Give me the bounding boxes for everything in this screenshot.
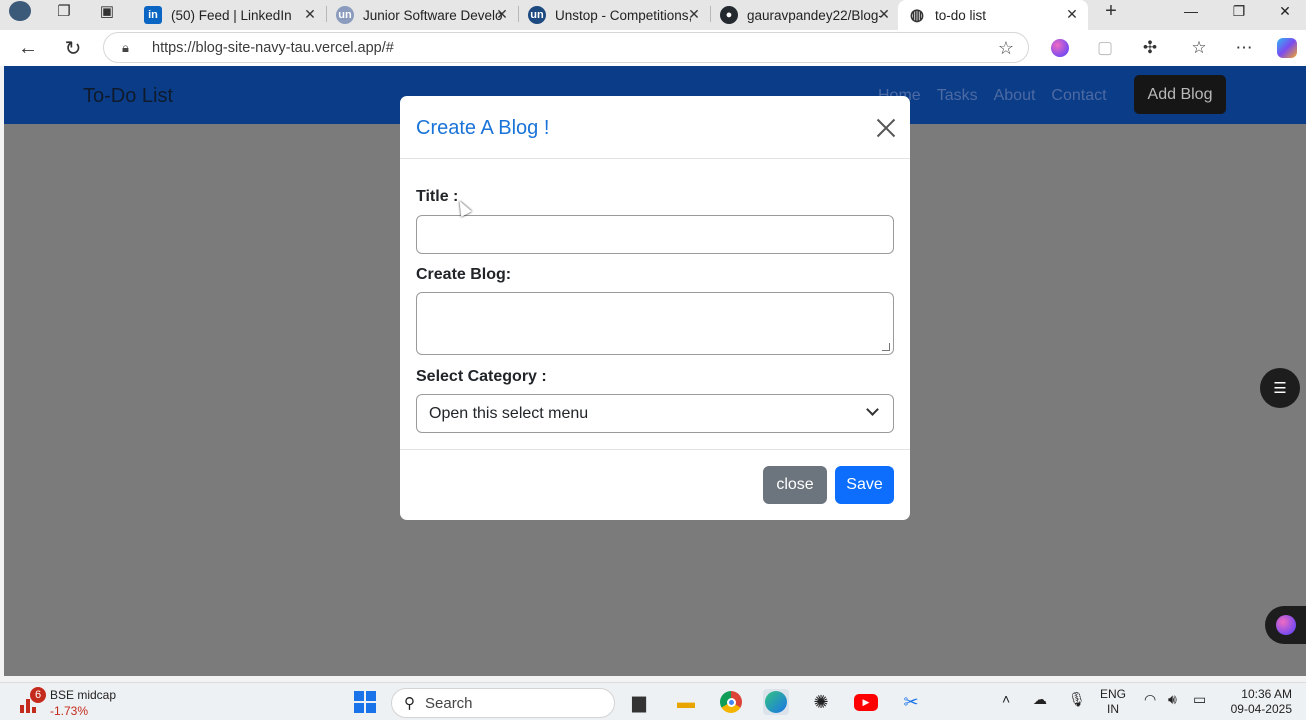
filter-lines-icon: ☰ <box>1273 380 1287 397</box>
search-placeholder: Search <box>425 694 473 712</box>
new-tab-button[interactable]: + <box>1098 0 1124 22</box>
brain-icon <box>1276 615 1296 635</box>
clock-date: 09-04-2025 <box>1230 702 1292 716</box>
title-input[interactable] <box>416 215 894 254</box>
resize-grip-icon[interactable] <box>882 343 890 351</box>
unstop-icon: un <box>528 6 546 24</box>
clock-time: 10:36 AM <box>1241 687 1292 701</box>
microphone-icon[interactable]: 🎙︎ <box>1068 691 1086 708</box>
tab-title: Unstop - Competitions, <box>555 7 693 23</box>
tab-github[interactable]: ● gauravpandey22/Blog- ✕ <box>710 0 900 30</box>
category-selected: Open this select menu <box>429 405 589 422</box>
close-icon[interactable]: ✕ <box>494 6 510 22</box>
profile-avatar-icon[interactable] <box>8 0 32 22</box>
category-select[interactable]: Open this select menu <box>416 394 894 433</box>
tab-title: (50) Feed | LinkedIn <box>171 7 292 23</box>
nav-link-about[interactable]: About <box>994 87 1036 105</box>
youtube-icon[interactable]: ▶ <box>853 689 879 715</box>
close-icon[interactable]: ✕ <box>302 6 318 22</box>
tab-linkedin[interactable]: in (50) Feed | LinkedIn ✕ <box>134 0 326 30</box>
modal-header: Create A Blog ! <box>400 96 910 159</box>
github-icon: ● <box>720 6 738 24</box>
title-label: Title : <box>416 188 459 205</box>
create-blog-label: Create Blog: <box>416 266 512 283</box>
onedrive-cloud-icon[interactable]: ☁ <box>1033 691 1047 708</box>
chatgpt-icon[interactable]: ✺ <box>808 689 834 715</box>
tab-actions-icon[interactable]: ▣ <box>95 0 119 22</box>
widget-value: -1.73% <box>50 704 89 718</box>
wifi-icon[interactable]: ◠ <box>1144 691 1156 708</box>
battery-icon[interactable]: ▭ <box>1193 691 1206 708</box>
linkedin-icon: in <box>144 6 162 24</box>
favorites-icon[interactable]: ☆ <box>1186 36 1212 60</box>
window-close-button[interactable]: ✕ <box>1262 0 1306 22</box>
blog-textarea[interactable] <box>416 292 894 355</box>
system-clock[interactable]: 10:36 AM 09-04-2025 <box>1226 687 1292 717</box>
chevron-down-icon <box>866 403 879 416</box>
unstop-icon: un <box>336 6 354 24</box>
stock-widget[interactable]: 6 BSE midcap -1.73% <box>18 687 116 719</box>
volume-icon[interactable]: 🔊︎ <box>1168 691 1177 708</box>
tab-title: Junior Software Develop <box>363 7 503 23</box>
nav-links: Home Tasks About Contact <box>878 87 1107 105</box>
windows-logo-icon <box>354 691 376 713</box>
add-blog-button[interactable]: Add Blog <box>1134 75 1226 114</box>
close-button[interactable]: close <box>763 466 827 504</box>
extensions-puzzle-icon[interactable]: ✣ <box>1137 36 1163 60</box>
address-bar[interactable]: 🔒︎ https://blog-site-navy-tau.vercel.app… <box>103 32 1029 63</box>
close-icon[interactable]: ✕ <box>686 6 702 22</box>
tab-junior-developer[interactable]: un Junior Software Develop ✕ <box>326 0 518 30</box>
floating-filter-button[interactable]: ☰ <box>1260 368 1300 408</box>
file-explorer-icon[interactable]: ▬ <box>673 689 699 715</box>
tab-todo-list[interactable]: ◍ to-do list ✕ <box>898 0 1088 30</box>
language-code: ENG <box>1100 687 1127 701</box>
task-view-icon[interactable]: ▆ <box>626 689 652 715</box>
start-button[interactable] <box>352 689 378 715</box>
globe-icon: ◍ <box>910 7 924 24</box>
modal-footer <box>400 449 910 450</box>
language-indicator[interactable]: ENG IN <box>1100 687 1126 717</box>
chrome-icon[interactable] <box>718 689 744 715</box>
modal-title: Create A Blog ! <box>416 117 550 139</box>
tab-title: to-do list <box>935 7 987 23</box>
extension-icon[interactable]: ▢ <box>1092 36 1118 60</box>
tab-title: gauravpandey22/Blog- <box>747 7 883 23</box>
stock-chart-icon: 6 <box>18 687 46 715</box>
search-icon: ⚲ <box>404 695 415 712</box>
workspaces-icon[interactable]: ❐ <box>52 0 76 22</box>
site-brand[interactable]: To-Do List <box>83 85 173 108</box>
edge-icon[interactable] <box>763 689 789 715</box>
restore-button[interactable]: ❐ <box>1216 0 1262 22</box>
notification-badge: 6 <box>30 687 46 703</box>
refresh-button[interactable]: ↻ <box>58 34 88 62</box>
region-code: IN <box>1107 702 1119 716</box>
browser-toolbar: ← ↻ 🔒︎ https://blog-site-navy-tau.vercel… <box>0 30 1306 66</box>
snipping-tool-icon[interactable]: ✂ <box>898 689 924 715</box>
browser-tabstrip: ❐ ▣ in (50) Feed | LinkedIn ✕ un Junior … <box>0 0 1306 30</box>
windows-taskbar: 6 BSE midcap -1.73% ⚲ Search ▆ ▬ ✺ ▶ ✂ ˄… <box>0 682 1306 720</box>
close-icon[interactable]: ✕ <box>1064 6 1080 22</box>
favorite-star-icon[interactable]: ☆ <box>998 38 1014 59</box>
tab-unstop[interactable]: un Unstop - Competitions, ✕ <box>518 0 710 30</box>
taskbar-search[interactable]: ⚲ Search <box>391 688 615 718</box>
copilot-icon[interactable] <box>1274 36 1300 60</box>
more-options-icon[interactable]: ⋯ <box>1231 36 1257 60</box>
widget-name: BSE midcap <box>50 688 117 702</box>
show-hidden-icons-icon[interactable]: ˄ <box>1002 691 1010 707</box>
nav-link-contact[interactable]: Contact <box>1051 87 1106 105</box>
lock-icon[interactable]: 🔒︎ <box>122 40 138 56</box>
create-blog-modal: Create A Blog ! Title : Create Blog: Sel… <box>400 96 910 520</box>
copilot-brain-icon[interactable] <box>1047 36 1073 60</box>
close-icon[interactable] <box>874 116 898 140</box>
url-text: https://blog-site-navy-tau.vercel.app/# <box>152 39 394 56</box>
floating-ai-button[interactable] <box>1265 606 1306 644</box>
close-icon[interactable]: ✕ <box>876 6 892 22</box>
category-label: Select Category : <box>416 368 547 385</box>
minimize-button[interactable]: — <box>1168 0 1214 22</box>
back-button[interactable]: ← <box>13 34 43 62</box>
save-button[interactable]: Save <box>835 466 894 504</box>
nav-link-tasks[interactable]: Tasks <box>937 87 978 105</box>
